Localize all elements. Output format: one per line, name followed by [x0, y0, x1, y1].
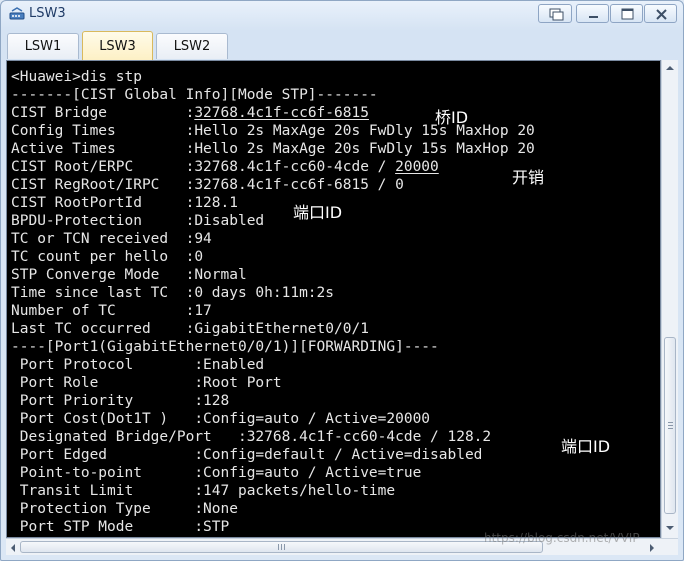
terminal-line: <Huawei>dis stp — [11, 69, 142, 85]
terminal-line: Port Cost(Dot1T ) :Config=auto / Active=… — [11, 411, 431, 427]
terminal-line: CIST Root/ERPC :32768.4c1f-cc60-4cde / 2… — [11, 158, 535, 176]
terminal-line: Active Times :Hello 2s MaxAge 20s FwDly … — [11, 141, 535, 157]
annotation-port-id: 端口ID — [293, 203, 343, 222]
vertical-scroll-thumb[interactable] — [664, 337, 676, 514]
close-button[interactable] — [644, 4, 677, 23]
scroll-up-icon[interactable] — [665, 64, 675, 72]
window-title: LSW3 — [29, 6, 66, 21]
terminal-line: CIST RootPortId :128.1 — [11, 195, 238, 211]
terminal-line: Port STP Mode :STP — [11, 519, 230, 535]
tab-lsw3[interactable]: LSW3 — [82, 31, 153, 61]
bridge-id-value: 32768.4c1f-cc6f-6815 — [194, 105, 369, 121]
line-label: CIST Bridge : — [11, 105, 195, 121]
terminal-line: -------[CIST Global Info][Mode STP]-----… — [11, 87, 378, 103]
title-bar: LSW3 — [1, 1, 683, 29]
minimize-icon — [589, 16, 598, 18]
close-icon — [656, 9, 667, 20]
restore-button[interactable] — [538, 4, 572, 23]
root-cost-value: 20000 — [395, 159, 439, 175]
annotation-cost: 开销 — [512, 168, 545, 187]
terminal-line: Port Edged :Config=default / Active=disa… — [11, 447, 483, 463]
annotation-port-id: 端口ID — [561, 437, 611, 456]
scroll-left-icon[interactable] — [9, 543, 17, 553]
terminal-line: BPDU-Protection :Disabled — [11, 213, 265, 229]
terminal-line: CIST RegRoot/IRPC :32768.4c1f-cc6f-6815 … — [11, 177, 404, 193]
watermark: https://blog.csdn.net/VVIP — [484, 531, 640, 545]
terminal-line: Port Priority :128 — [11, 393, 230, 409]
terminal-line: ----[Port1(GigabitEthernet0/0/1)][FORWAR… — [11, 339, 439, 355]
maximize-icon — [621, 8, 634, 20]
terminal-line: Designated Bridge/Port :32768.4c1f-cc60-… — [11, 429, 492, 445]
switch-app-icon — [9, 7, 25, 20]
restore-icon — [549, 8, 564, 21]
minimize-button[interactable] — [576, 4, 609, 23]
terminal-line: Transit Limit :147 packets/hello-time — [11, 483, 396, 499]
terminal-line: STP Converge Mode :Normal — [11, 267, 247, 283]
annotation-bridge-id: 桥ID — [435, 108, 469, 127]
scroll-down-icon[interactable] — [665, 524, 675, 532]
terminal-console[interactable]: <Huawei>dis stp -------[CIST Global Info… — [6, 60, 661, 538]
scroll-right-icon[interactable] — [648, 543, 656, 553]
maximize-button[interactable] — [610, 4, 643, 23]
terminal-line: Point-to-point :Config=auto / Active=tru… — [11, 465, 422, 481]
terminal-line: Last TC occurred :GigabitEthernet0/0/1 — [11, 321, 369, 337]
terminal-line: Number of TC :17 — [11, 303, 212, 319]
terminal-line: Protection Type :None — [11, 501, 238, 517]
terminal-line: TC count per hello :0 — [11, 249, 204, 265]
tab-lsw1[interactable]: LSW1 — [7, 33, 79, 59]
terminal-line: Port Protocol :Enabled — [11, 357, 265, 373]
vertical-scrollbar[interactable] — [661, 60, 678, 538]
terminal-line: TC or TCN received :94 — [11, 231, 212, 247]
tab-lsw2[interactable]: LSW2 — [156, 33, 228, 59]
horizontal-scroll-thumb[interactable] — [20, 541, 543, 553]
line-label: CIST Root/ERPC :32768.4c1f-cc60-4cde / — [11, 159, 396, 175]
terminal-line: Time since last TC :0 days 0h:11m:2s — [11, 285, 335, 301]
terminal-line: Port Role :Root Port — [11, 375, 282, 391]
terminal-output: <Huawei>dis stp -------[CIST Global Info… — [11, 68, 535, 536]
